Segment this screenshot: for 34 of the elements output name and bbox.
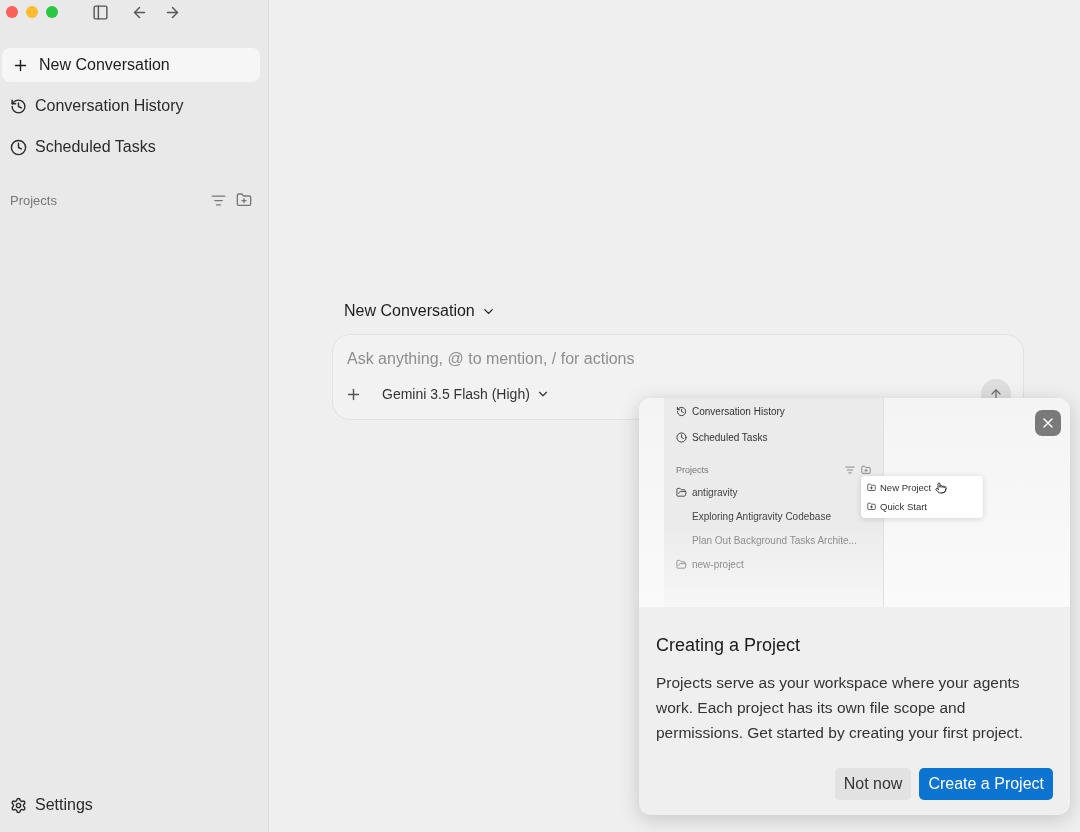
settings-item[interactable]: Settings — [2, 788, 260, 822]
conversation-row-text: Plan Out Background Tasks Archite... — [691, 533, 858, 548]
folder-plus-icon[interactable] — [236, 192, 252, 208]
hand-cursor-icon — [935, 481, 948, 494]
create-project-button[interactable]: Create a Project — [919, 768, 1053, 800]
model-selector[interactable]: Gemini 3.5 Flash (High) — [376, 385, 556, 403]
dismiss-button[interactable]: Not now — [834, 768, 912, 800]
folder-icon — [676, 558, 687, 570]
folder-icon — [676, 486, 687, 498]
sidebar-item[interactable]: Scheduled Tasks — [2, 130, 260, 164]
mini-sidebar-item: Conversation History — [676, 398, 871, 424]
clock-icon — [10, 138, 27, 156]
history-icon — [676, 405, 687, 417]
close-window-icon[interactable] — [6, 6, 18, 18]
new-conversation-button[interactable]: New Conversation — [2, 48, 260, 82]
settings-icon — [10, 796, 27, 814]
filter-icon — [845, 465, 855, 475]
filter-icon[interactable] — [211, 192, 226, 208]
section-label: Projects — [10, 192, 58, 208]
folder-plus-icon — [867, 483, 876, 492]
popover-description: Projects serve as your workspace where your agents work. Each project has its own file scope and permissions. Get started by creating your first project. — [656, 673, 1024, 743]
folder-plus-icon — [861, 465, 871, 475]
project-row: new-project — [676, 552, 871, 576]
section-label: Projects — [676, 465, 710, 475]
folder-plus-icon — [867, 502, 876, 511]
history-icon — [10, 97, 27, 115]
close-button[interactable] — [1035, 410, 1061, 436]
mini-sidebar-item: Scheduled Tasks — [676, 424, 871, 450]
clock-icon — [676, 431, 687, 443]
popover-title: Creating a Project — [656, 635, 802, 656]
conversation-row-text: Exploring Antigravity Codebase — [691, 509, 832, 524]
prompt-input[interactable]: Ask anything, @ to mention, / for actions — [345, 349, 1011, 369]
conversation-title-dropdown[interactable]: New Conversation — [332, 298, 508, 324]
sidebar-item[interactable]: Conversation History — [2, 89, 260, 123]
